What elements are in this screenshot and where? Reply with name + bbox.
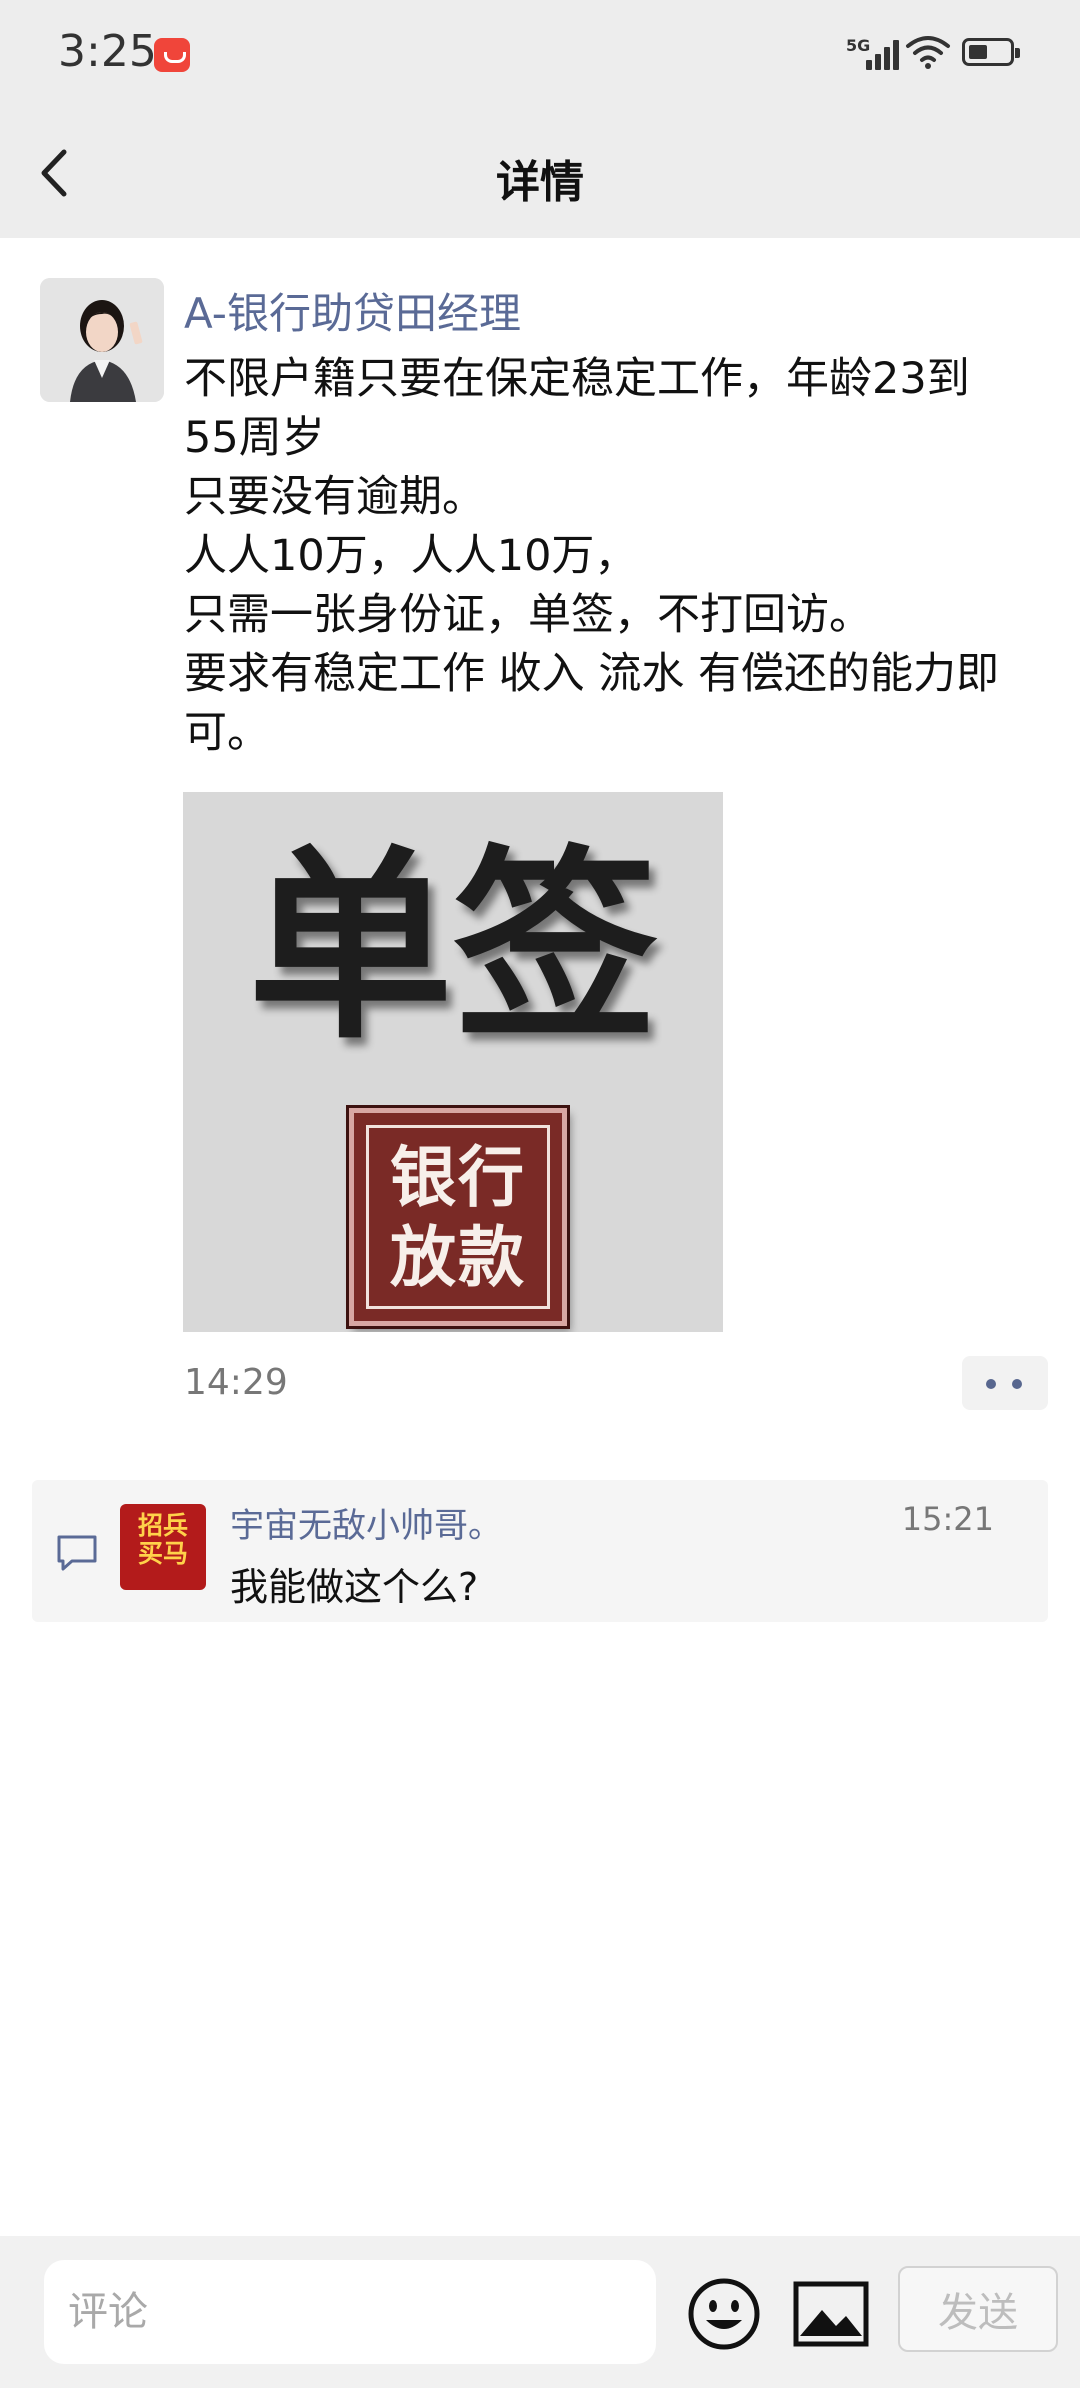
person-photo	[40, 278, 164, 402]
image-headline: 单签	[248, 827, 658, 1067]
avatar-text-line: 买马	[137, 1539, 188, 1568]
page-title: 详情	[496, 157, 584, 208]
comment-input-bar: 发送	[0, 2236, 1080, 2388]
post-image[interactable]: 单签 银行 放款	[183, 792, 723, 1332]
comment-time: 15:21	[901, 1500, 994, 1538]
author-avatar[interactable]	[40, 278, 164, 402]
post-time: 14:29	[184, 1362, 288, 1403]
avatar-text-line: 招兵	[137, 1511, 188, 1540]
shopping-bag-icon	[154, 38, 190, 72]
wifi-icon	[906, 36, 950, 69]
commenter-avatar[interactable]: 招兵 买马	[120, 1504, 206, 1590]
post-author-name[interactable]: A-银行助贷田经理	[184, 280, 521, 341]
comments-section: 招兵 买马 宇宙无敌小帅哥。 15:21 我能做这个么?	[32, 1480, 1048, 1622]
comment-text[interactable]: 我能做这个么?	[230, 1556, 478, 1611]
seal-line: 银行	[390, 1138, 526, 1216]
status-time: 3:25	[58, 26, 157, 77]
post-text: 不限户籍只要在保定稳定工作，年龄23到 55周岁 只要没有逾期。 人人10万，人…	[184, 350, 1054, 763]
more-options-button[interactable]	[962, 1356, 1048, 1410]
image-seal: 银行 放款	[349, 1108, 567, 1326]
post-line: 只需一张身份证，单签，不打回访。	[184, 590, 872, 640]
post-line: 人人10万，人人10万，	[184, 531, 638, 581]
post-line: 只要没有逾期。	[184, 472, 485, 522]
battery-icon	[962, 38, 1020, 66]
send-button[interactable]: 发送	[898, 2266, 1058, 2352]
smiley-icon[interactable]	[686, 2276, 762, 2352]
more-dots-icon	[986, 1379, 996, 1389]
seal-line: 放款	[390, 1218, 526, 1296]
comment-bubble-icon	[57, 1535, 97, 1571]
comment-input[interactable]	[44, 2260, 656, 2364]
post-line: 可。	[184, 708, 270, 758]
post-line: 要求有稳定工作 收入 流水 有偿还的能力即	[184, 649, 1000, 699]
signal-icon	[866, 38, 902, 70]
image-icon[interactable]	[792, 2280, 870, 2348]
post-line: 55周岁	[184, 413, 325, 463]
top-bar: 3:25 5G 详情	[0, 0, 1080, 238]
commenter-name[interactable]: 宇宙无敌小帅哥。	[230, 1498, 502, 1547]
more-dots-icon	[1012, 1379, 1022, 1389]
post-line: 不限户籍只要在保定稳定工作，年龄23到	[184, 354, 970, 404]
avatar-text: 招兵 买马	[120, 1512, 206, 1568]
